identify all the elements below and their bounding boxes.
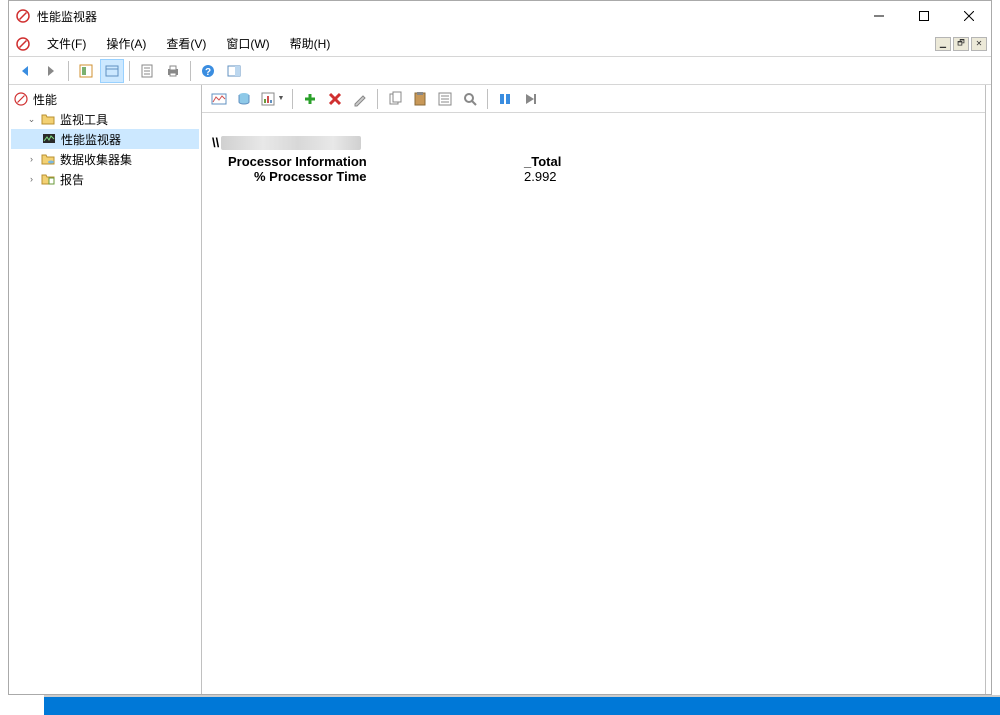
menu-help[interactable]: 帮助(H) (280, 31, 341, 56)
taskbar[interactable] (44, 697, 1000, 715)
change-graph-type-button[interactable]: ▼ (258, 88, 286, 110)
report-data-row: % Processor Time 2.992 (224, 169, 975, 184)
tree-node-collector-sets[interactable]: › 数据收集器集 (11, 149, 199, 169)
perfmon-icon (13, 91, 29, 107)
svg-text:?: ? (205, 67, 211, 78)
tree-node-monitoring-tools[interactable]: ⌄ 监视工具 (11, 109, 199, 129)
menu-window[interactable]: 窗口(W) (216, 31, 279, 56)
freeze-display-button[interactable] (494, 88, 516, 110)
mdi-minimize-button[interactable]: ▁ (935, 37, 951, 51)
tree-node-reports[interactable]: › 报告 (11, 169, 199, 189)
report-instance-label: _Total (524, 154, 644, 169)
show-hide-tree-button[interactable] (74, 59, 98, 83)
folder-icon (40, 111, 56, 127)
delete-counter-button[interactable] (324, 88, 346, 110)
properties-button[interactable] (434, 88, 456, 110)
view-current-activity-button[interactable] (208, 88, 230, 110)
titlebar: 性能监视器 (9, 1, 991, 31)
tree-pane[interactable]: 性能 ⌄ 监视工具 性能监视器 › 数据收集器集 (9, 85, 202, 694)
menu-file[interactable]: 文件(F) (37, 31, 96, 56)
mdi-close-button[interactable]: ✕ (971, 37, 987, 51)
close-button[interactable] (946, 1, 991, 31)
report-view: \\ Processor Information _Total % Proces… (202, 113, 985, 694)
tree-monitoring-tools-label: 监视工具 (60, 111, 108, 128)
highlight-button[interactable] (349, 88, 371, 110)
expander-expand-icon[interactable]: › (25, 153, 38, 166)
menu-view[interactable]: 查看(V) (156, 31, 216, 56)
menubar: 文件(F) 操作(A) 查看(V) 窗口(W) 帮助(H) ▁ 🗗 ✕ (9, 31, 991, 57)
mdi-controls: ▁ 🗗 ✕ (935, 37, 991, 51)
update-data-button[interactable] (519, 88, 541, 110)
paste-button[interactable] (409, 88, 431, 110)
folder-db-icon (40, 151, 56, 167)
view-log-data-button[interactable] (233, 88, 255, 110)
help-button[interactable]: ? (196, 59, 220, 83)
report-table: Processor Information _Total % Processor… (224, 154, 975, 184)
zoom-button[interactable] (459, 88, 481, 110)
tree-perf-monitor-label: 性能监视器 (61, 131, 121, 148)
main-window: 性能监视器 文件(F) 操作(A) 查看(V) 窗口(W) 帮助(H) ▁ 🗗 … (8, 0, 992, 695)
report-counter-value: 2.992 (524, 169, 644, 184)
mdi-restore-button[interactable]: 🗗 (953, 37, 969, 51)
print-button[interactable] (161, 59, 185, 83)
window-title: 性能监视器 (37, 8, 97, 25)
tree-collector-sets-label: 数据收集器集 (60, 151, 132, 168)
export-list-button[interactable] (135, 59, 159, 83)
menu-action[interactable]: 操作(A) (96, 31, 156, 56)
tree-reports-label: 报告 (60, 171, 84, 188)
add-counter-button[interactable] (299, 88, 321, 110)
host-name-redacted (221, 136, 361, 150)
maximize-button[interactable] (901, 1, 946, 31)
report-counter-label: % Processor Time (224, 169, 524, 184)
content-pane: ▼ (202, 85, 986, 694)
host-prefix: \\ (212, 135, 219, 150)
copy-button[interactable] (384, 88, 406, 110)
tree-node-perf-monitor[interactable]: 性能监视器 (11, 129, 199, 149)
main-toolbar: ? (9, 57, 991, 85)
show-hide-action-pane-button[interactable] (222, 59, 246, 83)
minimize-button[interactable] (856, 1, 901, 31)
report-header-row: Processor Information _Total (224, 154, 975, 169)
chevron-down-icon: ▼ (278, 95, 285, 102)
monitor-icon (41, 131, 57, 147)
content-toolbar: ▼ (202, 85, 985, 113)
forward-button[interactable] (39, 59, 63, 83)
tree-root-label: 性能 (33, 91, 57, 108)
folder-report-icon (40, 171, 56, 187)
expander-expand-icon[interactable]: › (25, 173, 38, 186)
body-area: 性能 ⌄ 监视工具 性能监视器 › 数据收集器集 (9, 85, 991, 694)
report-host-line: \\ (212, 135, 975, 150)
properties-button[interactable] (100, 59, 124, 83)
back-button[interactable] (13, 59, 37, 83)
tree-root-performance[interactable]: 性能 (11, 89, 199, 109)
doc-app-icon (15, 36, 31, 52)
expander-collapse-icon[interactable]: ⌄ (25, 113, 38, 126)
app-icon (15, 8, 31, 24)
report-group-label: Processor Information (224, 154, 524, 169)
